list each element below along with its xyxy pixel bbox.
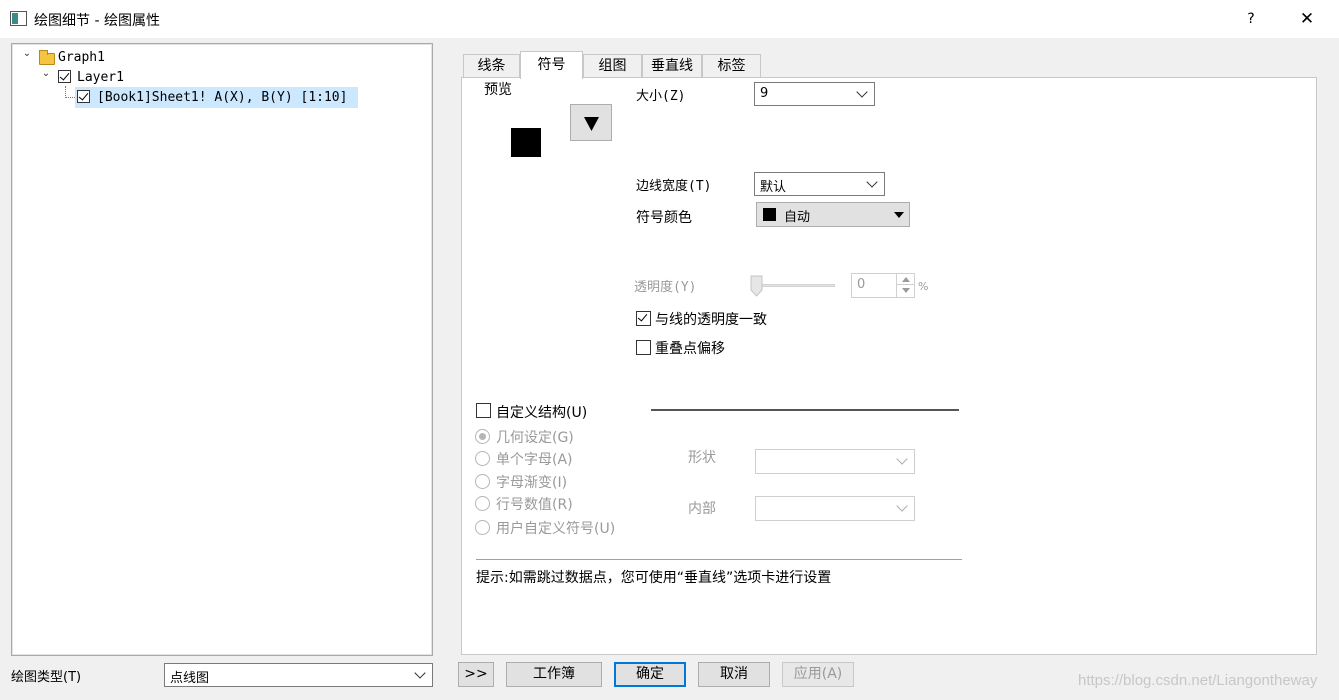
interior-label: 内部 — [688, 501, 716, 517]
workbook-button[interactable]: 工作簿 — [506, 662, 602, 687]
chevron-down-icon — [896, 453, 908, 465]
size-value: 9 — [760, 86, 769, 101]
tab-line[interactable]: 线条 — [463, 54, 520, 77]
symbol-picker-button[interactable] — [570, 104, 612, 141]
plot-checkbox[interactable] — [77, 90, 90, 103]
symbol-color-label: 符号颜色 — [636, 210, 692, 226]
spin-down-button[interactable] — [896, 285, 914, 297]
folder-icon — [39, 50, 55, 65]
plot-tree-panel[interactable] — [11, 43, 433, 656]
radio-user-defined[interactable] — [475, 520, 490, 535]
close-button[interactable]: ✕ — [1290, 6, 1324, 32]
radio-geometric-label: 几何设定(G) — [496, 430, 574, 446]
hint-text: 提示:如需跳过数据点，您可使用“垂直线”选项卡进行设置 — [476, 570, 832, 586]
chevron-down-icon — [414, 667, 426, 679]
title-bar — [0, 0, 1339, 38]
cancel-button[interactable]: 取消 — [698, 662, 770, 687]
radio-letter-increment[interactable] — [475, 474, 490, 489]
shape-label: 形状 — [688, 450, 716, 466]
custom-construction-label: 自定义结构(U) — [496, 405, 588, 421]
triangle-down-icon — [584, 117, 599, 131]
plot-type-value: 点线图 — [170, 671, 210, 686]
radio-row-number[interactable] — [475, 496, 490, 511]
chevron-down-icon[interactable]: ⌄ — [40, 68, 52, 88]
symbol-color-dropdown[interactable]: 自动 — [756, 202, 910, 227]
plot-type-select[interactable]: 点线图 — [164, 663, 433, 687]
edge-width-combo[interactable]: 默认 — [754, 172, 885, 196]
window-app-icon — [10, 11, 27, 26]
interior-combo[interactable] — [755, 496, 915, 521]
size-combo[interactable]: 9 — [754, 82, 875, 106]
hint-separator — [476, 559, 962, 560]
tab-drop-lines[interactable]: 垂直线 — [642, 54, 702, 77]
size-label: 大小(Z) — [636, 89, 686, 104]
layer-checkbox[interactable] — [58, 70, 71, 83]
offset-overlap-checkbox[interactable] — [636, 340, 651, 355]
radio-geometric[interactable] — [475, 429, 490, 444]
tab-label[interactable]: 标签 — [702, 54, 761, 77]
plot-type-label: 绘图类型(T) — [11, 670, 82, 685]
transparency-spinbox[interactable]: 0 — [851, 273, 915, 298]
transparency-slider-thumb[interactable] — [750, 275, 763, 297]
match-line-transparency-label: 与线的透明度一致 — [655, 312, 767, 328]
transparency-slider-track[interactable] — [754, 284, 835, 287]
preview-label: 预览 — [484, 82, 512, 98]
tab-symbol[interactable]: 符号 — [520, 51, 583, 79]
match-line-transparency-checkbox[interactable] — [636, 311, 651, 326]
tree-item-layer[interactable]: Layer1 — [77, 68, 124, 88]
spin-up-button[interactable] — [896, 274, 914, 285]
watermark: https://blog.csdn.net/Liangontheway — [1078, 672, 1318, 689]
triangle-down-icon — [894, 212, 904, 218]
radio-letter-increment-label: 字母渐变(I) — [496, 475, 568, 491]
caret-up-icon — [902, 277, 910, 282]
chevron-down-icon — [896, 500, 908, 512]
chevron-down-icon[interactable]: ⌄ — [21, 48, 33, 68]
radio-single-letter[interactable] — [475, 451, 490, 466]
transparency-value: 0 — [857, 277, 866, 292]
expand-button[interactable]: >> — [458, 662, 494, 687]
separator-line — [651, 409, 959, 411]
edge-width-value: 默认 — [760, 180, 787, 195]
color-swatch — [763, 208, 776, 221]
help-button[interactable]: ? — [1236, 6, 1266, 32]
radio-row-number-label: 行号数值(R) — [496, 497, 573, 513]
caret-down-icon — [902, 288, 910, 293]
transparency-label: 透明度(Y) — [634, 280, 697, 295]
tree-connector — [65, 97, 75, 98]
apply-button[interactable]: 应用(A) — [782, 662, 854, 687]
chevron-down-icon — [856, 86, 868, 98]
custom-construction-checkbox[interactable] — [476, 403, 491, 418]
radio-single-letter-label: 单个字母(A) — [496, 452, 573, 468]
edge-width-label: 边线宽度(T) — [636, 179, 712, 194]
symbol-preview-square — [511, 128, 541, 157]
radio-user-defined-label: 用户自定义符号(U) — [496, 521, 616, 537]
tree-item-graph[interactable]: Graph1 — [58, 48, 105, 68]
tab-group[interactable]: 组图 — [583, 54, 642, 77]
window-title: 绘图细节 - 绘图属性 — [34, 13, 160, 29]
transparency-unit: % — [918, 280, 929, 293]
symbol-color-value: 自动 — [784, 210, 811, 225]
offset-overlap-label: 重叠点偏移 — [655, 341, 725, 357]
shape-combo[interactable] — [755, 449, 915, 474]
tree-item-plot[interactable]: [Book1]Sheet1! A(X), B(Y) [1:10] — [97, 88, 347, 108]
ok-button[interactable]: 确定 — [614, 662, 686, 687]
chevron-down-icon — [866, 176, 878, 188]
